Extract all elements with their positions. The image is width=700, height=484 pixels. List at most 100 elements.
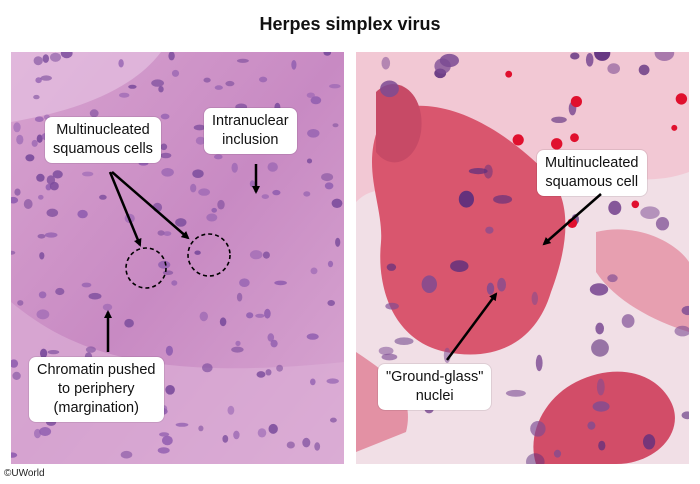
nucleus-texture bbox=[160, 143, 168, 151]
label-multinucleated-squamous-cells: Multinucleated squamous cells bbox=[45, 117, 161, 163]
nucleus-texture bbox=[246, 312, 254, 319]
nucleus-texture bbox=[233, 430, 240, 440]
nucleus-texture bbox=[381, 56, 391, 70]
nucleus-texture bbox=[485, 226, 494, 234]
nucleus-texture bbox=[124, 213, 135, 223]
red-blood-cell-texture bbox=[505, 70, 513, 78]
nucleus-texture bbox=[265, 369, 272, 376]
nucleus-texture bbox=[82, 171, 94, 177]
nucleus-texture bbox=[394, 337, 414, 346]
nucleus-texture bbox=[33, 56, 43, 66]
nucleus-texture bbox=[286, 441, 295, 449]
nucleus-texture bbox=[227, 405, 235, 415]
nucleus-texture bbox=[40, 75, 52, 81]
nucleus-texture bbox=[257, 428, 267, 438]
nucleus-texture bbox=[36, 173, 45, 182]
nucleus-texture bbox=[268, 423, 278, 434]
nucleus-texture bbox=[378, 346, 394, 356]
nucleus-texture bbox=[326, 378, 339, 384]
nucleus-texture bbox=[222, 435, 229, 443]
nucleus-texture bbox=[13, 122, 21, 133]
nucleus-texture bbox=[256, 371, 266, 378]
nucleus-texture bbox=[12, 371, 21, 380]
nucleus-texture bbox=[231, 162, 238, 173]
nucleus-texture bbox=[151, 79, 165, 87]
nucleus-texture bbox=[175, 218, 187, 227]
red-blood-cell-texture bbox=[570, 96, 582, 108]
nucleus-texture bbox=[274, 280, 287, 286]
nucleus-texture bbox=[607, 63, 620, 74]
nucleus-texture bbox=[198, 188, 211, 196]
nucleus-texture bbox=[175, 422, 189, 427]
nucleus-texture bbox=[330, 417, 337, 423]
nucleus-texture bbox=[303, 191, 311, 197]
nucleus-texture bbox=[380, 80, 399, 98]
nucleus-texture bbox=[329, 84, 341, 89]
nucleus-texture bbox=[44, 232, 58, 238]
red-blood-cell-texture bbox=[570, 133, 579, 143]
nucleus-texture bbox=[202, 363, 213, 373]
nucleus-texture bbox=[158, 86, 164, 93]
nucleus-texture bbox=[276, 364, 283, 372]
nucleus-texture bbox=[124, 318, 134, 328]
nucleus-texture bbox=[236, 292, 243, 302]
nucleus-texture bbox=[128, 84, 137, 89]
nucleus-texture bbox=[386, 263, 397, 271]
nucleus-texture bbox=[160, 152, 172, 159]
nucleus-texture bbox=[206, 213, 218, 222]
nucleus-texture bbox=[598, 440, 606, 451]
red-blood-cell-texture bbox=[551, 138, 563, 150]
nucleus-texture bbox=[163, 231, 172, 237]
nucleus-texture bbox=[331, 198, 343, 208]
nucleus-texture bbox=[239, 278, 250, 287]
nucleus-texture bbox=[321, 173, 334, 182]
nucleus-texture bbox=[385, 302, 399, 310]
nucleus-texture bbox=[102, 303, 113, 311]
nucleus-texture bbox=[160, 113, 170, 120]
nucleus-texture bbox=[596, 378, 605, 396]
nucleus-texture bbox=[214, 154, 223, 160]
nucleus-texture bbox=[55, 287, 65, 296]
label-chromatin-margination: Chromatin pushed to periphery (marginati… bbox=[29, 357, 164, 422]
nucleus-texture bbox=[332, 123, 339, 128]
nucleus-texture bbox=[450, 260, 469, 272]
nucleus-texture bbox=[161, 168, 174, 177]
nucleus-texture bbox=[38, 291, 47, 299]
copyright-text: ©UWorld bbox=[4, 468, 45, 479]
nucleus-texture bbox=[592, 401, 610, 412]
nucleus-texture bbox=[570, 52, 580, 60]
nucleus-texture bbox=[235, 340, 241, 347]
nucleus-texture bbox=[607, 274, 618, 283]
nucleus-texture bbox=[158, 260, 171, 269]
nucleus-texture bbox=[262, 251, 270, 259]
nucleus-texture bbox=[198, 425, 204, 432]
nucleus-texture bbox=[531, 291, 538, 305]
figure-title: Herpes simplex virus bbox=[259, 14, 441, 34]
nucleus-texture bbox=[335, 237, 341, 247]
nucleus-texture bbox=[34, 116, 44, 122]
nucleus-texture bbox=[553, 449, 562, 458]
nucleus-texture bbox=[77, 209, 88, 219]
nucleus-texture bbox=[310, 378, 316, 386]
nucleus-texture bbox=[249, 180, 255, 188]
nucleus-texture bbox=[159, 432, 170, 437]
nucleus-texture bbox=[152, 202, 163, 213]
nucleus-texture bbox=[306, 333, 319, 340]
nucleus-texture bbox=[306, 158, 313, 164]
nucleus-texture bbox=[165, 345, 173, 356]
nucleus-texture bbox=[421, 275, 437, 293]
nucleus-texture bbox=[608, 200, 622, 215]
nucleus-texture bbox=[194, 250, 201, 255]
nucleus-texture bbox=[47, 350, 60, 355]
nucleus-texture bbox=[236, 58, 249, 63]
nucleus-texture bbox=[190, 183, 197, 193]
nucleus-texture bbox=[264, 308, 271, 319]
nucleus-texture bbox=[36, 309, 50, 320]
red-blood-cell-texture bbox=[512, 134, 524, 146]
label-intranuclear-inclusion: Intranuclear inclusion bbox=[204, 108, 297, 154]
nucleus-texture bbox=[468, 168, 488, 175]
red-blood-cell-texture bbox=[567, 218, 578, 229]
red-blood-cell-texture bbox=[675, 93, 688, 105]
nucleus-texture bbox=[38, 194, 44, 200]
nucleus-texture bbox=[493, 195, 513, 204]
